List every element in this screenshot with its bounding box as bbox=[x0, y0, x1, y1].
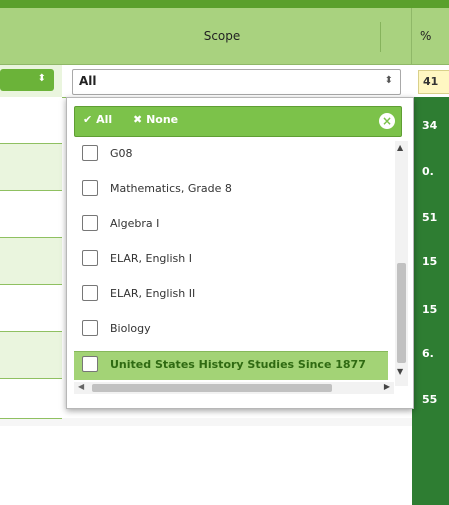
option-label: ELAR, English II bbox=[110, 287, 196, 300]
select-all-button[interactable]: ✔ All bbox=[83, 113, 112, 126]
option-label: United States History Studies Since 1877 bbox=[110, 358, 366, 371]
select-arrows-icon: ⬍ bbox=[384, 75, 393, 86]
vertical-scrollbar[interactable]: ▲ ▼ bbox=[395, 141, 408, 386]
column-resize-handle[interactable] bbox=[380, 22, 381, 52]
pct-cell: 6. bbox=[422, 347, 434, 360]
table-row[interactable] bbox=[0, 144, 62, 191]
horizontal-scroll-thumb[interactable] bbox=[92, 384, 332, 392]
pct-header-label: % bbox=[420, 29, 432, 43]
checkbox[interactable] bbox=[82, 145, 98, 161]
horizontal-scrollbar[interactable]: ◀ ▶ bbox=[74, 382, 394, 394]
select-all-label: All bbox=[96, 113, 113, 126]
table-row[interactable] bbox=[0, 379, 62, 419]
pct-cell: 15 bbox=[422, 255, 438, 268]
header-scope-column[interactable]: Scope bbox=[62, 8, 412, 65]
checkbox[interactable] bbox=[82, 250, 98, 266]
left-filter-select[interactable]: ⬍ bbox=[0, 69, 54, 91]
x-icon: ✖ bbox=[133, 113, 143, 126]
pct-filter-input[interactable]: 41 bbox=[418, 70, 449, 94]
option-label: Mathematics, Grade 8 bbox=[110, 182, 232, 195]
top-bar bbox=[0, 0, 449, 8]
scroll-up-icon[interactable]: ▲ bbox=[397, 143, 403, 152]
checkbox[interactable] bbox=[82, 320, 98, 336]
pct-column-cells: 34 0. 51 15 15 6. 55 bbox=[412, 97, 449, 505]
list-item[interactable]: G08 bbox=[74, 141, 388, 169]
select-none-label: None bbox=[146, 113, 179, 126]
table-row[interactable] bbox=[0, 97, 62, 144]
select-none-button[interactable]: ✖ None bbox=[133, 113, 178, 126]
list-item[interactable]: Biology bbox=[74, 316, 388, 344]
filter-left: ⬍ bbox=[0, 65, 62, 98]
select-arrows-icon: ⬍ bbox=[37, 73, 46, 84]
checkbox[interactable] bbox=[82, 180, 98, 196]
list-item[interactable]: Algebra I bbox=[74, 211, 388, 239]
header-pct-column[interactable]: % bbox=[412, 8, 449, 65]
scope-option-list: G08 Mathematics, Grade 8 Algebra I ELAR,… bbox=[74, 141, 400, 398]
option-label: ELAR, English I bbox=[110, 252, 192, 265]
dropdown-action-bar: ✔ All ✖ None × bbox=[74, 106, 402, 137]
table-row[interactable] bbox=[0, 238, 62, 285]
list-item[interactable]: ELAR, English II bbox=[74, 281, 388, 309]
list-item[interactable]: Mathematics, Grade 8 bbox=[74, 176, 388, 204]
page-frame: Scope % ⬍ 41 All ⬍ 34 0. 51 15 15 6. 55 … bbox=[0, 0, 449, 505]
scope-header-label: Scope bbox=[203, 29, 241, 43]
scope-select[interactable]: All ⬍ bbox=[72, 69, 401, 95]
scroll-down-icon[interactable]: ▼ bbox=[397, 367, 403, 376]
list-item-highlighted[interactable]: United States History Studies Since 1877 bbox=[74, 351, 388, 380]
option-label: Algebra I bbox=[110, 217, 160, 230]
pct-cell: 51 bbox=[422, 211, 438, 224]
table-row[interactable] bbox=[0, 332, 62, 379]
scroll-right-icon[interactable]: ▶ bbox=[384, 382, 390, 391]
pct-cell: 55 bbox=[422, 393, 438, 406]
pct-cell: 0. bbox=[422, 165, 434, 178]
scope-select-value: All bbox=[79, 74, 97, 88]
table-row[interactable] bbox=[0, 285, 62, 332]
list-item[interactable]: ELAR, English I bbox=[74, 246, 388, 274]
scroll-left-icon[interactable]: ◀ bbox=[78, 382, 84, 391]
pct-cell: 15 bbox=[422, 303, 438, 316]
checkbox[interactable] bbox=[82, 215, 98, 231]
checkbox[interactable] bbox=[82, 356, 98, 372]
checkmark-icon: ✔ bbox=[83, 113, 93, 126]
pct-cell: 34 bbox=[422, 119, 438, 132]
table-row[interactable] bbox=[0, 191, 62, 238]
checkbox[interactable] bbox=[82, 285, 98, 301]
vertical-scroll-thumb[interactable] bbox=[397, 263, 406, 363]
header-left-column[interactable] bbox=[0, 8, 63, 65]
option-label: Biology bbox=[110, 322, 151, 335]
close-icon[interactable]: × bbox=[379, 113, 395, 129]
scope-dropdown-panel: ✔ All ✖ None × G08 Mathematics, Grade 8 … bbox=[66, 97, 414, 409]
option-label: G08 bbox=[110, 147, 133, 160]
